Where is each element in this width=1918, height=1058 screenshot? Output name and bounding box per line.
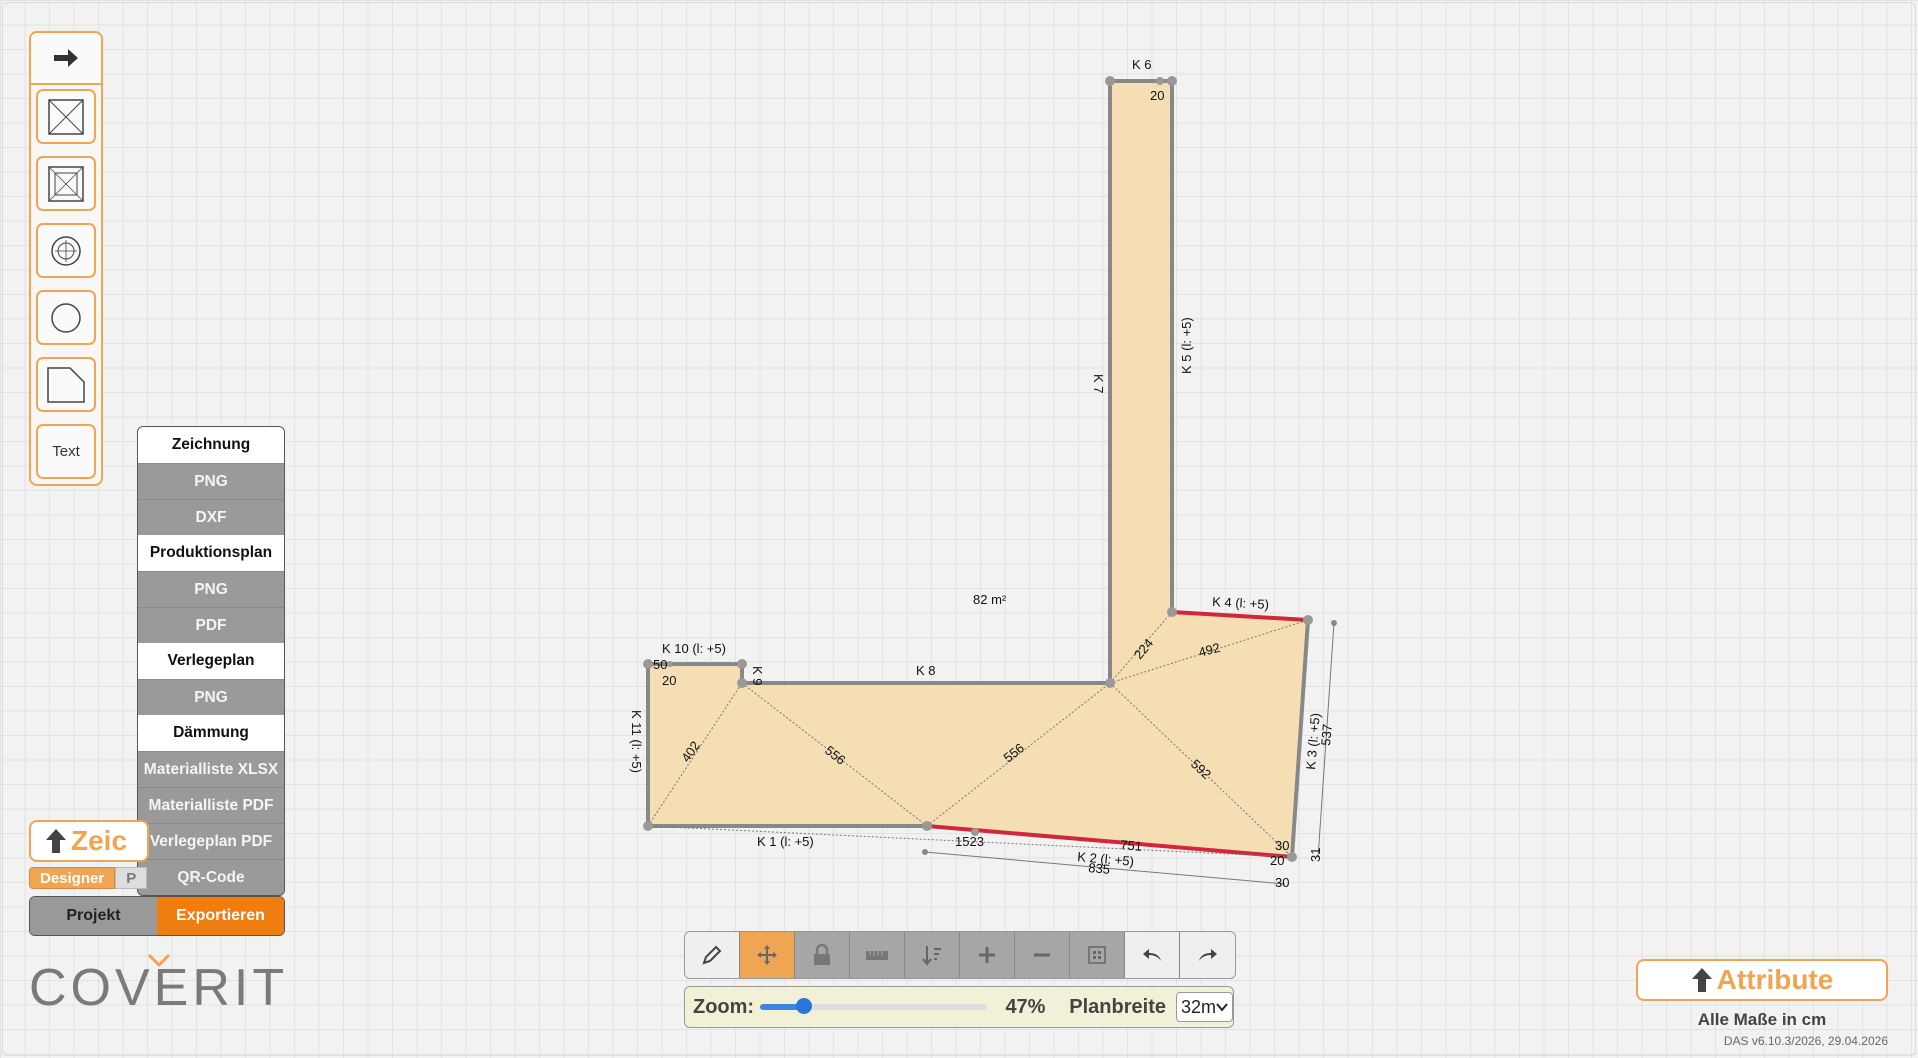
roof-shape[interactable] xyxy=(648,81,1308,857)
pencil-button[interactable] xyxy=(685,932,740,978)
menu-item-produktionsplan-pdf[interactable]: PDF xyxy=(138,607,284,643)
area-label: 82 m² xyxy=(973,592,1007,607)
edge-label-k5: K 5 (l: +5) xyxy=(1179,317,1194,374)
menu-item-verlegeplan-png[interactable]: PNG xyxy=(138,679,284,715)
menu-item-materialliste-pdf[interactable]: Materialliste PDF xyxy=(138,787,284,823)
menu-section-produktionsplan: Produktionsplan xyxy=(138,535,284,571)
dim-537: 537 xyxy=(1318,723,1335,746)
menu-item-materialliste-xlsx[interactable]: Materialliste XLSX xyxy=(138,751,284,787)
zoom-slider-knob[interactable] xyxy=(796,998,813,1014)
edge-label-k11: K 11 (l: +5) xyxy=(629,710,644,773)
arrow-up-icon xyxy=(1691,968,1712,992)
text-tool-button[interactable]: Text xyxy=(36,424,96,479)
polygon-icon xyxy=(47,366,85,403)
tab-p[interactable]: P xyxy=(115,867,148,889)
grid-button[interactable] xyxy=(1070,932,1125,978)
dim-20-top: 20 xyxy=(1150,88,1164,103)
attribute-panel-label: Attribute xyxy=(1716,964,1834,995)
zoom-slider[interactable] xyxy=(760,998,988,1014)
inner-rectangle-icon xyxy=(48,165,84,202)
redo-icon xyxy=(1198,949,1217,961)
plus-icon xyxy=(979,947,995,963)
move-button[interactable] xyxy=(740,932,795,978)
grid-icon xyxy=(1088,946,1106,964)
menu-item-zeichnung-dxf[interactable]: DXF xyxy=(138,499,284,535)
units-note: Alle Maße in cm xyxy=(1697,1010,1827,1029)
minus-icon xyxy=(1034,953,1050,957)
ruler-icon xyxy=(866,951,888,960)
inner-rectangle-tool-button[interactable] xyxy=(36,156,96,211)
zoom-out-button[interactable] xyxy=(1015,932,1070,978)
tab-exportieren[interactable]: Exportieren xyxy=(157,897,284,935)
dim-30-a: 30 xyxy=(1275,838,1289,853)
plan-width-value: 32m xyxy=(1180,996,1216,1017)
dim-751: 751 xyxy=(1120,837,1143,854)
polygon-tool-button[interactable] xyxy=(36,357,96,412)
main-tabs: Projekt Exportieren xyxy=(29,896,285,936)
collapse-arrow-button[interactable] xyxy=(31,33,101,85)
dim-20-left: 20 xyxy=(662,673,676,688)
edge-label-k6: K 6 xyxy=(1132,57,1152,72)
edge-label-k1: K 1 (l: +5) xyxy=(757,834,814,849)
dim-20-right: 20 xyxy=(1270,853,1284,868)
rectangle-tool-button[interactable] xyxy=(36,89,96,144)
sort-icon xyxy=(922,946,941,966)
edge-label-k8: K 8 xyxy=(916,663,936,678)
zoom-in-button[interactable] xyxy=(960,932,1015,978)
lock-icon xyxy=(814,944,830,965)
move-icon xyxy=(757,945,777,965)
dim-31: 31 xyxy=(1308,848,1323,862)
target-tool-button[interactable] xyxy=(36,223,96,278)
undo-icon xyxy=(1143,949,1161,961)
export-menu: Zeichnung PNG DXF Produktionsplan PNG PD… xyxy=(137,426,285,896)
circle-icon xyxy=(51,302,81,333)
edge-label-k10: K 10 (l: +5) xyxy=(662,641,726,656)
edge-label-k7: K 7 xyxy=(1091,374,1106,394)
logo-accent-icon xyxy=(147,953,171,967)
arrow-right-icon xyxy=(54,49,78,67)
zoom-label: Zoom: xyxy=(693,995,755,1018)
ruler-button[interactable] xyxy=(850,932,905,978)
menu-item-verlegeplan-pdf[interactable]: Verlegeplan PDF xyxy=(138,823,284,859)
dim-1523: 1523 xyxy=(955,834,984,849)
coverit-logo: COVERIT xyxy=(29,959,289,1017)
mode-tabs: Designer P xyxy=(29,867,148,889)
rectangle-cross-icon xyxy=(48,98,84,135)
version-info: DAS v6.10.3/2026, 29.04.2026 xyxy=(1723,1034,1888,1048)
zeichnung-panel-button[interactable]: Zeic xyxy=(29,820,149,862)
circle-target-icon xyxy=(51,235,81,266)
menu-section-zeichnung: Zeichnung xyxy=(138,427,284,463)
lock-button[interactable] xyxy=(795,932,850,978)
pencil-icon xyxy=(702,945,722,965)
tab-projekt[interactable]: Projekt xyxy=(30,897,157,935)
menu-section-verlegeplan: Verlegeplan xyxy=(138,643,284,679)
dim-50: 50 xyxy=(653,657,667,672)
edge-label-k9: K 9 xyxy=(750,666,765,686)
zoom-value: 47% xyxy=(1005,995,1046,1018)
zoom-bar: Zoom: 47% Planbreite 32m xyxy=(684,986,1234,1028)
edge-label-k4: K 4 (l: +5) xyxy=(1212,594,1269,612)
menu-item-produktionsplan-png[interactable]: PNG xyxy=(138,571,284,607)
menu-section-daemmung: Dämmung xyxy=(138,715,284,751)
dim-835: 835 xyxy=(1088,860,1111,877)
drawing-canvas[interactable]: 82 m² K 6 20 K 7 K 5 (l: +5) K 4 (l: +5)… xyxy=(0,0,1918,1058)
arrow-up-icon xyxy=(46,829,66,853)
undo-button[interactable] xyxy=(1125,932,1180,978)
attribute-panel-button[interactable]: Attribute xyxy=(1636,959,1888,1001)
dim-30-b: 30 xyxy=(1275,875,1289,890)
drawing-toolbar xyxy=(684,931,1236,979)
plan-width-select[interactable]: 32m xyxy=(1175,992,1233,1022)
tab-designer[interactable]: Designer xyxy=(29,867,116,889)
redo-button[interactable] xyxy=(1180,932,1235,978)
sort-button[interactable] xyxy=(905,932,960,978)
menu-item-qr-code[interactable]: QR-Code xyxy=(138,859,284,895)
chevron-down-icon xyxy=(1216,1003,1228,1012)
plan-width-label: Planbreite xyxy=(1069,995,1166,1018)
menu-item-zeichnung-png[interactable]: PNG xyxy=(138,463,284,499)
zeichnung-panel-label: Zeic xyxy=(71,825,128,856)
circle-tool-button[interactable] xyxy=(36,290,96,345)
tool-palette: Text xyxy=(29,31,103,486)
text-tool-label: Text xyxy=(52,443,80,460)
